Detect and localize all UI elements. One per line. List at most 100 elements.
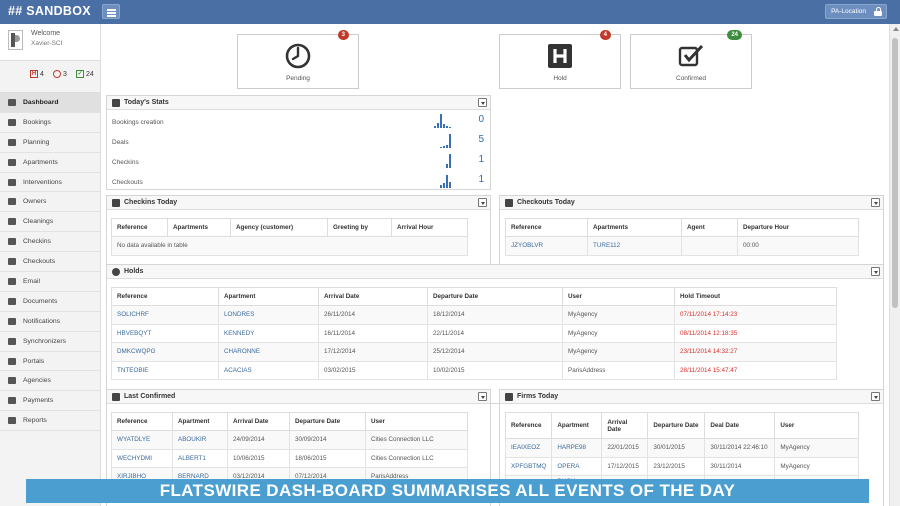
location-button[interactable]: PA-Location (825, 4, 887, 19)
col-header[interactable]: Arrival Date (318, 287, 428, 306)
col-header[interactable]: Apartment (551, 412, 603, 439)
scroll-up-arrow-icon[interactable] (893, 27, 899, 31)
col-header[interactable]: Agent (681, 218, 738, 237)
col-header[interactable]: Reference (505, 218, 588, 237)
col-header[interactable]: Arrival Date (601, 412, 649, 439)
sidebar-item-portals[interactable]: Portals (0, 352, 100, 372)
sidebar-item-email[interactable]: Email (0, 272, 100, 292)
table-cell[interactable]: LONDRES (218, 305, 319, 325)
collapse-toggle-icon[interactable] (478, 198, 487, 207)
col-header[interactable]: Departure Date (647, 412, 706, 439)
col-header[interactable]: Apartments (587, 218, 682, 237)
payments-icon (8, 397, 16, 405)
table-row[interactable]: IEAIXEOZ HARPE98 22/01/2015 30/01/2015 30/11… (504, 438, 859, 458)
pending-count[interactable]: 3 (53, 70, 67, 78)
hold-card[interactable]: 4 Hold (499, 30, 621, 89)
collapse-toggle-icon[interactable] (478, 98, 487, 107)
table-cell[interactable]: DMKCWQPG (111, 342, 219, 362)
table-cell[interactable]: XPFGBTMQ (504, 456, 553, 476)
table-cell[interactable]: WYATDLYE (111, 430, 173, 450)
sidebar-item-documents[interactable]: Documents (0, 292, 100, 312)
table-cell[interactable]: ACACIAS (218, 360, 319, 380)
table-row[interactable]: SOLICHRF LONDRES 26/11/2014 18/12/2014 MyAge… (111, 305, 837, 325)
vertical-scrollbar[interactable] (889, 24, 900, 506)
sidebar-item-payments[interactable]: Payments (0, 391, 100, 412)
col-header[interactable]: Agency (customer) (230, 218, 328, 237)
col-header[interactable]: Apartments (167, 218, 231, 237)
sidebar: Welcome Xavier-SCI H4 3 ✓ 24 Dashboard Boo… (0, 24, 101, 506)
sidebar-item-interventions[interactable]: Interventions (0, 173, 100, 193)
table-cell[interactable]: OPERA (551, 456, 603, 476)
cell-apartment[interactable]: TURE112 (587, 236, 682, 256)
collapse-toggle-icon[interactable] (871, 267, 880, 276)
sidebar-item-reports[interactable]: Reports (0, 411, 100, 432)
col-header[interactable]: Greeting by (327, 218, 392, 237)
pending-card[interactable]: 3 Pending (237, 30, 359, 89)
menu-toggle-button[interactable] (102, 4, 120, 19)
col-header[interactable]: Departure Date (427, 287, 563, 306)
table-row[interactable]: XPFGBTMQ OPERA 17/12/2015 23/12/2015 30/11/2… (504, 456, 859, 476)
stat-value[interactable]: 1 (468, 154, 484, 165)
table-cell: 03/02/2015 (318, 360, 428, 380)
col-header[interactable]: Hold Timeout (674, 287, 837, 306)
table-cell[interactable]: IEAIXEOZ (504, 438, 553, 458)
sidebar-item-dashboard[interactable]: Dashboard (0, 93, 100, 113)
col-header[interactable]: Reference (111, 218, 168, 237)
table-cell[interactable]: WECHYDMI (111, 448, 173, 468)
stat-value[interactable]: 1 (468, 174, 484, 185)
scrollbar-thumb[interactable] (892, 38, 898, 308)
sidebar-item-planning[interactable]: Planning (0, 133, 100, 153)
col-header[interactable]: Departure Date (289, 412, 366, 431)
sidebar-item-label: Bookings (23, 118, 51, 126)
hold-count[interactable]: H4 (30, 70, 44, 78)
table-cell[interactable]: ALBERT1 (172, 448, 228, 468)
table-row[interactable]: JZYOBLVR TURE112 00:00 (505, 236, 859, 256)
pending-badge: 3 (337, 30, 349, 40)
col-header[interactable]: Reference (111, 287, 219, 306)
sidebar-item-checkouts[interactable]: Checkouts (0, 252, 100, 273)
col-header[interactable]: Apartment (218, 287, 319, 306)
stat-value[interactable]: 0 (468, 114, 484, 125)
col-header[interactable]: Apartment (172, 412, 228, 431)
table-row[interactable]: HBVEBQYT KENNEDY 16/11/2014 22/11/2014 MyAge… (111, 323, 837, 343)
sidebar-item-apartments[interactable]: Apartments (0, 153, 100, 173)
table-cell[interactable]: SOLICHRF (111, 305, 219, 325)
col-header[interactable]: Departure Hour (737, 218, 859, 237)
col-header[interactable]: User (365, 412, 468, 431)
table-cell[interactable]: HBVEBQYT (111, 323, 219, 343)
col-header[interactable]: Deal Date (704, 412, 776, 439)
sidebar-item-notifications[interactable]: Notifications (0, 312, 100, 332)
sparkline-chart (434, 114, 451, 128)
sidebar-item-checkins[interactable]: Checkins (0, 232, 100, 253)
brand-title[interactable]: ## SANDBOX (8, 4, 91, 18)
table-cell[interactable]: CHARONNE (218, 342, 319, 362)
col-header[interactable]: Reference (111, 412, 173, 431)
collapse-toggle-icon[interactable] (871, 198, 880, 207)
confirmed-count[interactable]: ✓ 24 (76, 70, 94, 78)
checkins-header: Checkins Today (107, 196, 490, 210)
table-row[interactable]: TNTEOBIE ACACIAS 03/02/2015 10/02/2015 Paris… (111, 360, 837, 380)
collapse-toggle-icon[interactable] (871, 392, 880, 401)
table-cell[interactable]: HARPE98 (551, 438, 603, 458)
col-header[interactable]: Reference (504, 412, 553, 439)
sidebar-item-owners[interactable]: Owners (0, 192, 100, 213)
col-header[interactable]: User (562, 287, 675, 306)
collapse-toggle-icon[interactable] (478, 392, 487, 401)
table-row[interactable]: WYATDLYE ABOUKIR 24/09/2014 30/09/2014 Citie… (111, 430, 468, 450)
table-cell[interactable]: ABOUKIR (172, 430, 228, 450)
table-row[interactable]: DMKCWQPG CHARONNE 17/12/2014 25/12/2014 MyAg… (111, 342, 837, 362)
sidebar-item-synchronizers[interactable]: Synchronizers (0, 332, 100, 352)
sidebar-item-agencies[interactable]: Agencies (0, 371, 100, 392)
table-row[interactable]: WECHYDMI ALBERT1 10/06/2015 18/06/2015 Citie… (111, 448, 468, 468)
col-header[interactable]: Arrival Date (227, 412, 290, 431)
stat-value[interactable]: 5 (468, 134, 484, 145)
confirmed-card[interactable]: 24 Confirmed (630, 30, 752, 89)
cell-reference[interactable]: JZYOBLVR (505, 236, 588, 256)
col-header[interactable]: User (774, 412, 859, 439)
todays-stats-panel: Today's Stats Bookings creation 0 Deals 5 Ch… (106, 95, 491, 190)
table-cell[interactable]: KENNEDY (218, 323, 319, 343)
sidebar-item-cleanings[interactable]: Cleanings (0, 212, 100, 233)
col-header[interactable]: Arrival Hour (391, 218, 468, 237)
sidebar-item-bookings[interactable]: Bookings (0, 113, 100, 133)
table-cell[interactable]: TNTEOBIE (111, 360, 219, 380)
